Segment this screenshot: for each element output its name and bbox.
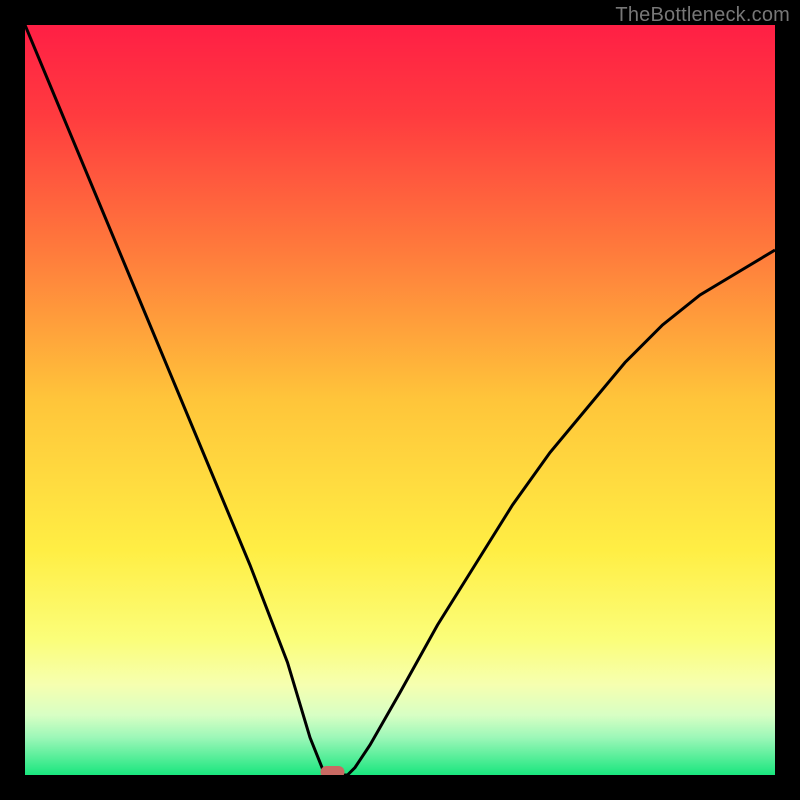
chart-frame	[25, 25, 775, 775]
gradient-background	[25, 25, 775, 775]
watermark-text: TheBottleneck.com	[615, 4, 790, 27]
optimal-marker	[321, 766, 345, 775]
bottleneck-chart	[25, 25, 775, 775]
